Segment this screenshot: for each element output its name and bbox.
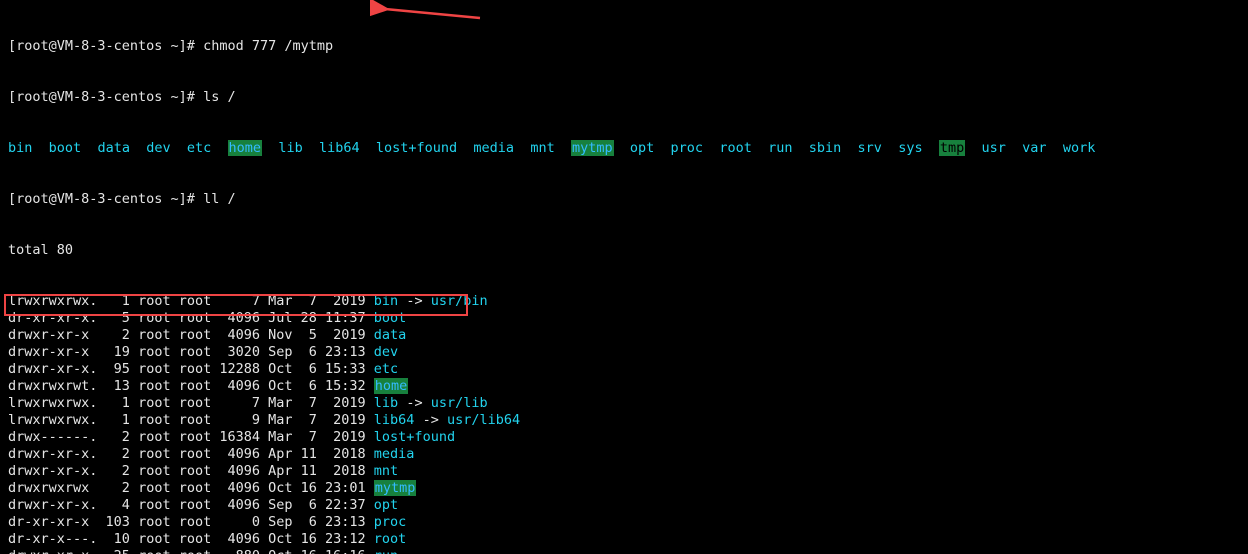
ls-item: lost+found [376,140,457,156]
ll-row: lrwxrwxrwx. 1 root root 7 Mar 7 2019 lib… [8,395,1240,412]
terminal-window[interactable]: [root@VM-8-3-centos ~]# chmod 777 /mytmp… [0,0,1248,554]
ls-item: boot [49,140,82,156]
ls-item: srv [858,140,882,156]
ll-filename: mnt [374,463,398,479]
ls-item: etc [187,140,211,156]
ls-item: run [768,140,792,156]
ll-row: drwxr-xr-x 25 root root 880 Oct 16 16:16… [8,548,1240,554]
ll-row: drwxr-xr-x. 95 root root 12288 Oct 6 15:… [8,361,1240,378]
ll-row: drwxr-xr-x 2 root root 4096 Nov 5 2019 d… [8,327,1240,344]
ls-item: work [1063,140,1096,156]
ls-output: bin boot data dev etc home lib lib64 los… [8,140,1240,157]
ll-row: drwxrwxrwt. 13 root root 4096 Oct 6 15:3… [8,378,1240,395]
ll-filename: run [374,548,398,554]
ls-item: mnt [530,140,554,156]
ll-row: drwxrwxrwx 2 root root 4096 Oct 16 23:01… [8,480,1240,497]
ll-filename: opt [374,497,398,513]
ll-row: dr-xr-xr-x. 5 root root 4096 Jul 28 11:3… [8,310,1240,327]
ls-item: usr [982,140,1006,156]
ll-filename: dev [374,344,398,360]
total-line: total 80 [8,242,1240,259]
ls-item: lib [278,140,302,156]
ls-item: sys [898,140,922,156]
ll-row: dr-xr-xr-x 103 root root 0 Sep 6 23:13 p… [8,514,1240,531]
prompt-line-2: [root@VM-8-3-centos ~]# ls / [8,89,1240,106]
prompt-line-3: [root@VM-8-3-centos ~]# ll / [8,191,1240,208]
ll-row: dr-xr-x---. 10 root root 4096 Oct 16 23:… [8,531,1240,548]
ll-filename: root [374,531,407,547]
ll-row: drwxr-xr-x. 4 root root 4096 Sep 6 22:37… [8,497,1240,514]
ls-item: media [473,140,514,156]
ls-item: data [97,140,130,156]
ll-filename: data [374,327,407,343]
ll-row: lrwxrwxrwx. 1 root root 7 Mar 7 2019 bin… [8,293,1240,310]
ls-item: bin [8,140,32,156]
ll-row: drwx------. 2 root root 16384 Mar 7 2019… [8,429,1240,446]
ll-filename: boot [374,310,407,326]
ls-item: sbin [809,140,842,156]
ls-item: mytmp [571,140,614,156]
ll-row: drwxr-xr-x. 2 root root 4096 Apr 11 2018… [8,446,1240,463]
ll-filename: lost+found [374,429,455,445]
arrow-annotation-icon [370,0,490,26]
ls-item: tmp [939,140,965,156]
ls-item: lib64 [319,140,360,156]
ll-filename: home [374,378,409,394]
ll-filename: lib [374,395,398,411]
ll-filename: mytmp [374,480,417,496]
ll-row: lrwxrwxrwx. 1 root root 9 Mar 7 2019 lib… [8,412,1240,429]
ll-filename: lib64 [374,412,415,428]
ll-row: drwxr-xr-x. 2 root root 4096 Apr 11 2018… [8,463,1240,480]
ll-row: drwxr-xr-x 19 root root 3020 Sep 6 23:13… [8,344,1240,361]
ll-filename: proc [374,514,407,530]
ls-item: dev [146,140,170,156]
ls-item: root [719,140,752,156]
ls-item: home [228,140,263,156]
ls-item: var [1022,140,1046,156]
ls-item: opt [630,140,654,156]
ll-filename: media [374,446,415,462]
ll-filename: etc [374,361,398,377]
prompt-line-1: [root@VM-8-3-centos ~]# chmod 777 /mytmp [8,38,1240,55]
ll-filename: bin [374,293,398,309]
ls-item: proc [671,140,704,156]
